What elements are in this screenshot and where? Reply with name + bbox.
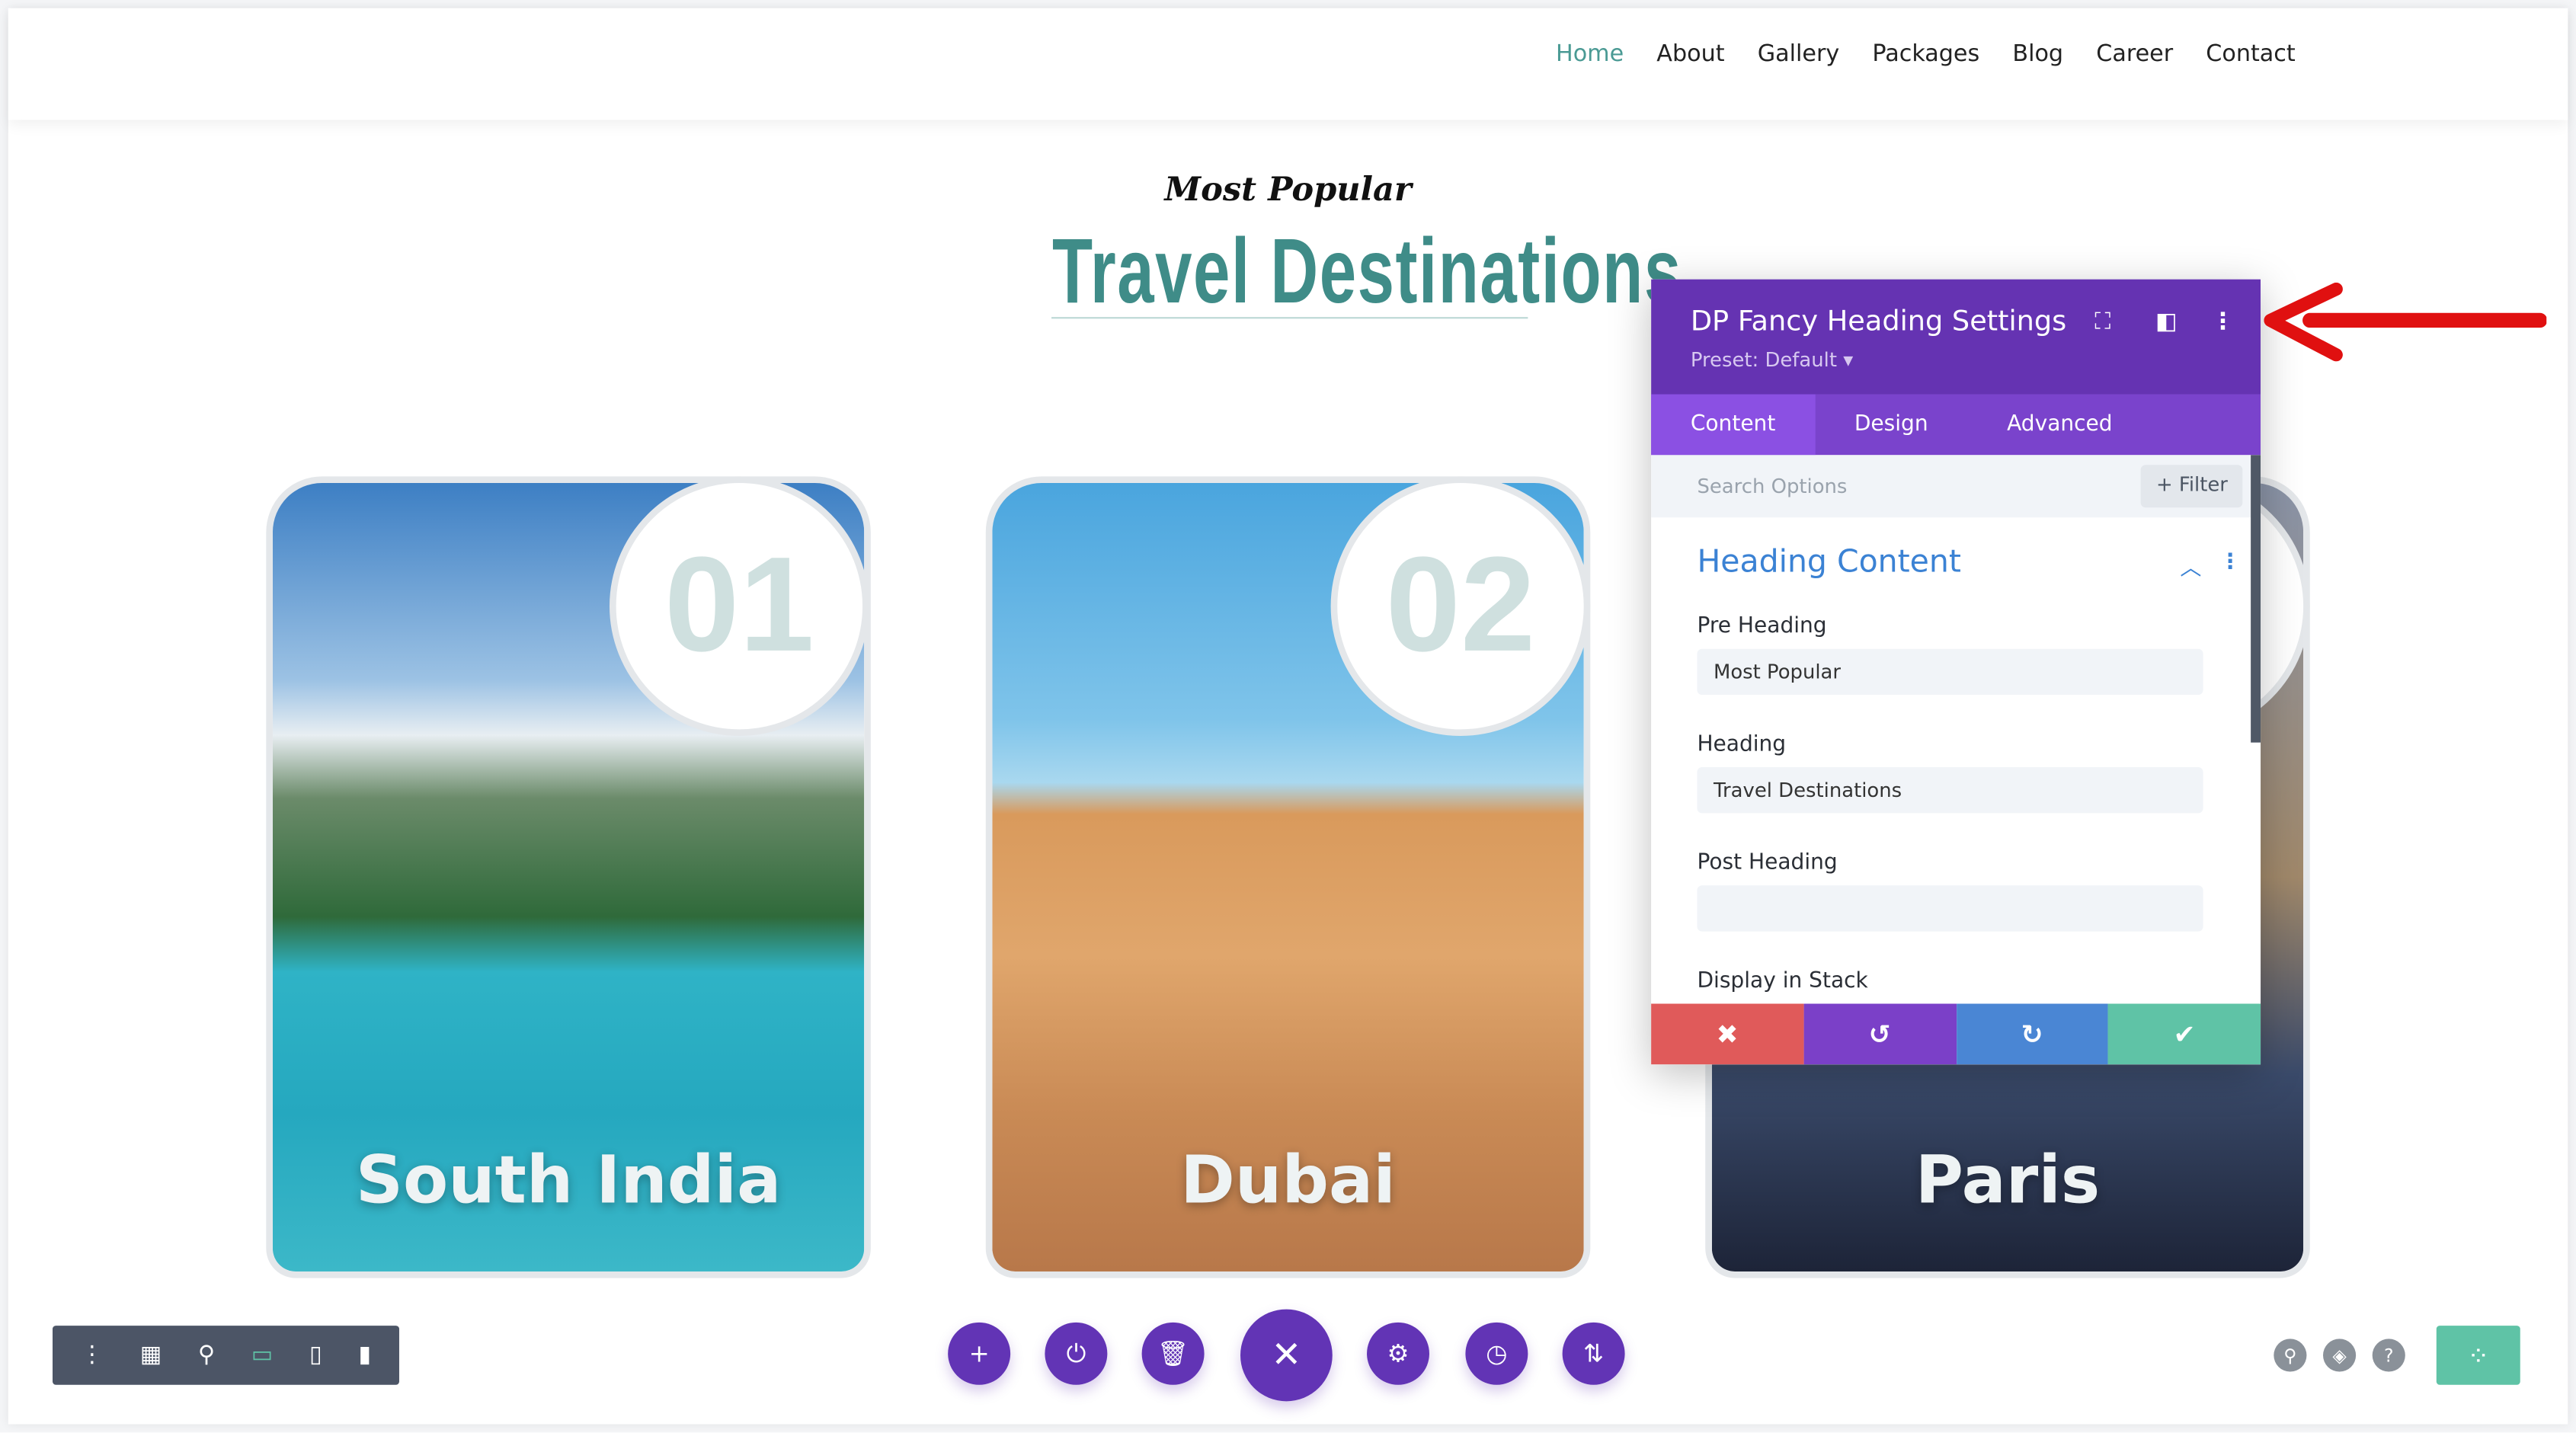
- card-label: Paris: [1915, 1143, 2101, 1219]
- tab-design[interactable]: Design: [1815, 395, 1967, 456]
- card-number: 01: [609, 476, 869, 737]
- redo-icon: ↻: [2021, 1018, 2043, 1050]
- main-nav: Home About Gallery Packages Blog Career …: [1556, 41, 2296, 68]
- more-options-icon[interactable]: ⋮: [2211, 309, 2234, 335]
- panel-tabs: Content Design Advanced: [1651, 394, 2261, 456]
- wireframe-icon[interactable]: ▦: [140, 1342, 162, 1369]
- preset-dropdown[interactable]: Preset: Default ▾: [1691, 348, 1853, 371]
- panel-actions: ✖ ↺ ↻ ✔: [1651, 1003, 2261, 1065]
- view-mode-toolbar: ⋮ ▦ ⚲ ▭ ▯ ▮: [53, 1326, 399, 1385]
- check-icon: ✔: [2173, 1018, 2196, 1050]
- tab-advanced[interactable]: Advanced: [1967, 395, 2152, 456]
- tablet-icon[interactable]: ▯: [309, 1342, 322, 1369]
- undo-icon: ↺: [1868, 1018, 1891, 1050]
- section-more-icon[interactable]: ⋮: [2219, 550, 2241, 574]
- heading-underline: [1051, 317, 1528, 319]
- settings-panel: DP Fancy Heading Settings Preset: Defaul…: [1651, 279, 2261, 1065]
- card-label: Dubai: [1180, 1143, 1396, 1219]
- close-icon: ✕: [1271, 1334, 1302, 1376]
- search-input[interactable]: Search Options: [1697, 475, 1847, 497]
- panel-title: DP Fancy Heading Settings: [1690, 305, 2067, 339]
- layers-icon: ◈: [2332, 1344, 2347, 1366]
- trash-button[interactable]: 🗑: [1141, 1322, 1205, 1385]
- gear-icon: ⚙: [1387, 1339, 1410, 1369]
- pre-heading-input[interactable]: Most Popular: [1697, 648, 2203, 696]
- panel-body: Heading Content ︿ ⋮ Pre Heading Most Pop…: [1651, 517, 2261, 994]
- power-icon: ⏻: [1066, 1339, 1086, 1369]
- split-view-icon[interactable]: ◧: [2155, 309, 2178, 335]
- filter-button[interactable]: + Filter: [2141, 465, 2243, 508]
- history-button[interactable]: ◷: [1465, 1322, 1528, 1385]
- nav-gallery[interactable]: Gallery: [1758, 41, 1840, 68]
- portability-button[interactable]: ⇅: [1562, 1322, 1625, 1385]
- undo-button[interactable]: ↺: [1803, 1003, 1957, 1065]
- add-button[interactable]: +: [948, 1322, 1011, 1385]
- zoom-icon[interactable]: ⚲: [198, 1342, 215, 1369]
- post-heading-input[interactable]: [1697, 885, 2203, 932]
- save-button[interactable]: ✔: [2108, 1003, 2261, 1065]
- settings-button[interactable]: ⚙: [1367, 1322, 1429, 1385]
- section-title[interactable]: Heading Content: [1697, 544, 2214, 580]
- heading: Travel Destinations: [1051, 218, 1682, 322]
- layers-button[interactable]: ◈: [2323, 1339, 2357, 1372]
- power-button[interactable]: ⏻: [1045, 1322, 1108, 1385]
- annotation-arrow-icon: [2264, 282, 2547, 362]
- field-label: Display in Stack: [1697, 969, 1868, 994]
- search-icon: ⚲: [2283, 1344, 2297, 1366]
- dots-icon: ⁘: [2467, 1339, 2490, 1371]
- menu-dots-icon[interactable]: ⋮: [81, 1342, 104, 1369]
- field-label: Pre Heading: [1697, 614, 1827, 639]
- plus-icon: +: [968, 1339, 990, 1369]
- field-label: Heading: [1697, 732, 1787, 758]
- help-icon: ?: [2383, 1344, 2394, 1366]
- phone-icon[interactable]: ▮: [358, 1342, 371, 1369]
- search-button[interactable]: ⚲: [2274, 1339, 2307, 1372]
- trash-icon: 🗑: [1157, 1339, 1189, 1369]
- site-header: Home About Gallery Packages Blog Career …: [8, 8, 2568, 120]
- nav-about[interactable]: About: [1656, 41, 1724, 68]
- sort-arrows-icon: ⇅: [1583, 1339, 1605, 1369]
- heading-input[interactable]: Travel Destinations: [1697, 766, 2203, 814]
- nav-contact[interactable]: Contact: [2206, 41, 2295, 68]
- nav-packages[interactable]: Packages: [1872, 41, 1979, 68]
- nav-blog[interactable]: Blog: [2012, 41, 2063, 68]
- close-builder-button[interactable]: ✕: [1240, 1309, 1333, 1402]
- cancel-button[interactable]: ✖: [1651, 1003, 1804, 1065]
- desktop-icon[interactable]: ▭: [251, 1342, 274, 1369]
- chevron-up-icon[interactable]: ︿: [2180, 550, 2201, 581]
- page-settings-button[interactable]: ⁘: [2436, 1326, 2520, 1385]
- search-options[interactable]: Search Options + Filter: [1651, 455, 2261, 518]
- clock-icon: ◷: [1486, 1339, 1508, 1369]
- card-number: 02: [1330, 476, 1591, 737]
- tab-content[interactable]: Content: [1651, 394, 1816, 456]
- card-label: South India: [355, 1143, 782, 1219]
- help-button[interactable]: ?: [2372, 1339, 2405, 1372]
- redo-button[interactable]: ↻: [1956, 1003, 2109, 1065]
- nav-career[interactable]: Career: [2096, 41, 2173, 68]
- builder-viewport: Home About Gallery Packages Blog Career …: [0, 0, 2576, 1433]
- nav-home[interactable]: Home: [1556, 41, 1624, 68]
- panel-header: DP Fancy Heading Settings Preset: Defaul…: [1651, 279, 2261, 395]
- field-label: Post Heading: [1697, 850, 1838, 876]
- close-icon: ✖: [1716, 1018, 1739, 1050]
- pre-heading: Most Popular: [1164, 169, 1412, 209]
- fullscreen-icon[interactable]: ⛶: [2094, 309, 2110, 335]
